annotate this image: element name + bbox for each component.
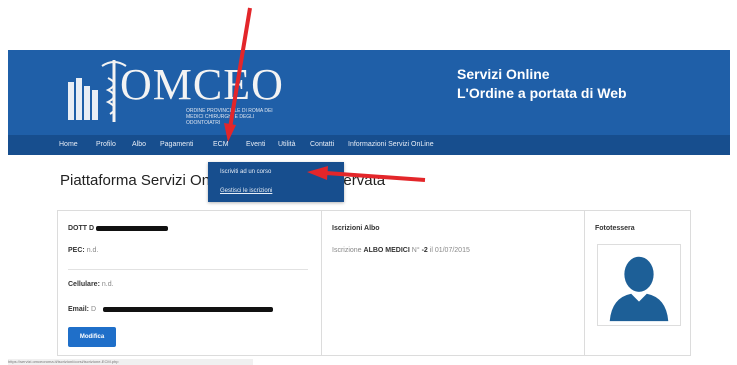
menu-item-gestisci-iscrizioni[interactable]: Gestisci le iscrizioni — [220, 188, 272, 194]
profile-panel: DOTT D PEC: n.d. Cellulare: n.d. Email: … — [57, 210, 322, 356]
tagline: Servizi Online L'Ordine a portata di Web — [457, 65, 627, 103]
main-nav: Home Profilo Albo Pagamenti ECM Eventi U… — [8, 135, 730, 155]
iscrizione-date: il 01/07/2015 — [429, 247, 470, 254]
tagline-line2: L'Ordine a portata di Web — [457, 85, 627, 101]
cellulare-label: Cellulare: — [68, 281, 100, 288]
site-header: OMCEO ORDINE PROVINCIALE DI ROMA DEI MED… — [8, 50, 730, 135]
iscrizioni-title-text: Iscrizioni Albo — [332, 225, 380, 232]
logo-text: OMCEO — [120, 60, 284, 109]
iscrizione-number: -2 — [421, 247, 428, 254]
nav-contatti[interactable]: Contatti — [310, 135, 334, 155]
profile-name-prefix: DOTT D — [68, 225, 95, 232]
avatar — [597, 244, 681, 326]
iscrizione-row: Iscrizione ALBO MEDICI N° -2 il 01/07/20… — [332, 247, 470, 254]
modifica-button[interactable]: Modifica — [68, 327, 116, 347]
cellulare-row: Cellulare: n.d. — [68, 281, 114, 288]
nav-utilita[interactable]: Utilità — [278, 135, 296, 155]
pec-row: PEC: n.d. — [68, 247, 98, 254]
menu-item-iscriviti-corso[interactable]: Iscriviti ad un corso — [220, 169, 271, 175]
fototessera-panel: Fototessera — [584, 210, 691, 356]
fototessera-title-text: Fototessera — [595, 225, 635, 232]
status-bar-url: https://servizi.omceoroma.it/iscrizioni/… — [8, 359, 253, 365]
albo-name: ALBO MEDICI — [363, 247, 410, 254]
nav-ecm[interactable]: ECM — [213, 135, 229, 155]
nav-informazioni[interactable]: Informazioni Servizi OnLine — [348, 135, 434, 155]
email-row: Email: D — [68, 306, 96, 313]
nav-eventi[interactable]: Eventi — [246, 135, 265, 155]
ecm-dropdown-menu: Iscriviti ad un corso Gestisci le iscriz… — [208, 162, 344, 202]
email-label: Email: — [68, 306, 90, 313]
cellulare-value: n.d. — [101, 281, 114, 288]
pec-value: n.d. — [86, 247, 99, 254]
redaction-bar — [103, 307, 273, 312]
profile-name: DOTT D — [68, 225, 94, 232]
logo-subtitle: ORDINE PROVINCIALE DI ROMA DEI MEDICI CH… — [186, 108, 273, 126]
nav-albo[interactable]: Albo — [132, 135, 146, 155]
user-silhouette-icon — [609, 256, 669, 322]
nav-profilo[interactable]: Profilo — [96, 135, 116, 155]
pec-label: PEC: — [68, 247, 85, 254]
tagline-line1: Servizi Online — [457, 66, 550, 82]
fototessera-title: Fototessera — [595, 225, 635, 232]
redaction-bar — [96, 226, 168, 231]
nav-pagamenti[interactable]: Pagamenti — [160, 135, 193, 155]
page-title-end: ervata — [343, 172, 386, 189]
page-title-start: Piattaforma Servizi Onl — [60, 172, 214, 189]
iscrizioni-panel: Iscrizioni Albo Iscrizione ALBO MEDICI N… — [321, 210, 585, 356]
iscrizione-prefix: Iscrizione — [332, 247, 362, 254]
number-label: N° — [411, 247, 420, 254]
iscrizioni-title: Iscrizioni Albo — [332, 225, 380, 232]
divider — [68, 269, 308, 270]
nav-home[interactable]: Home — [59, 135, 78, 155]
dropdown-caret — [226, 155, 233, 162]
email-value: D — [90, 306, 97, 313]
caduceus-icon — [68, 78, 98, 120]
